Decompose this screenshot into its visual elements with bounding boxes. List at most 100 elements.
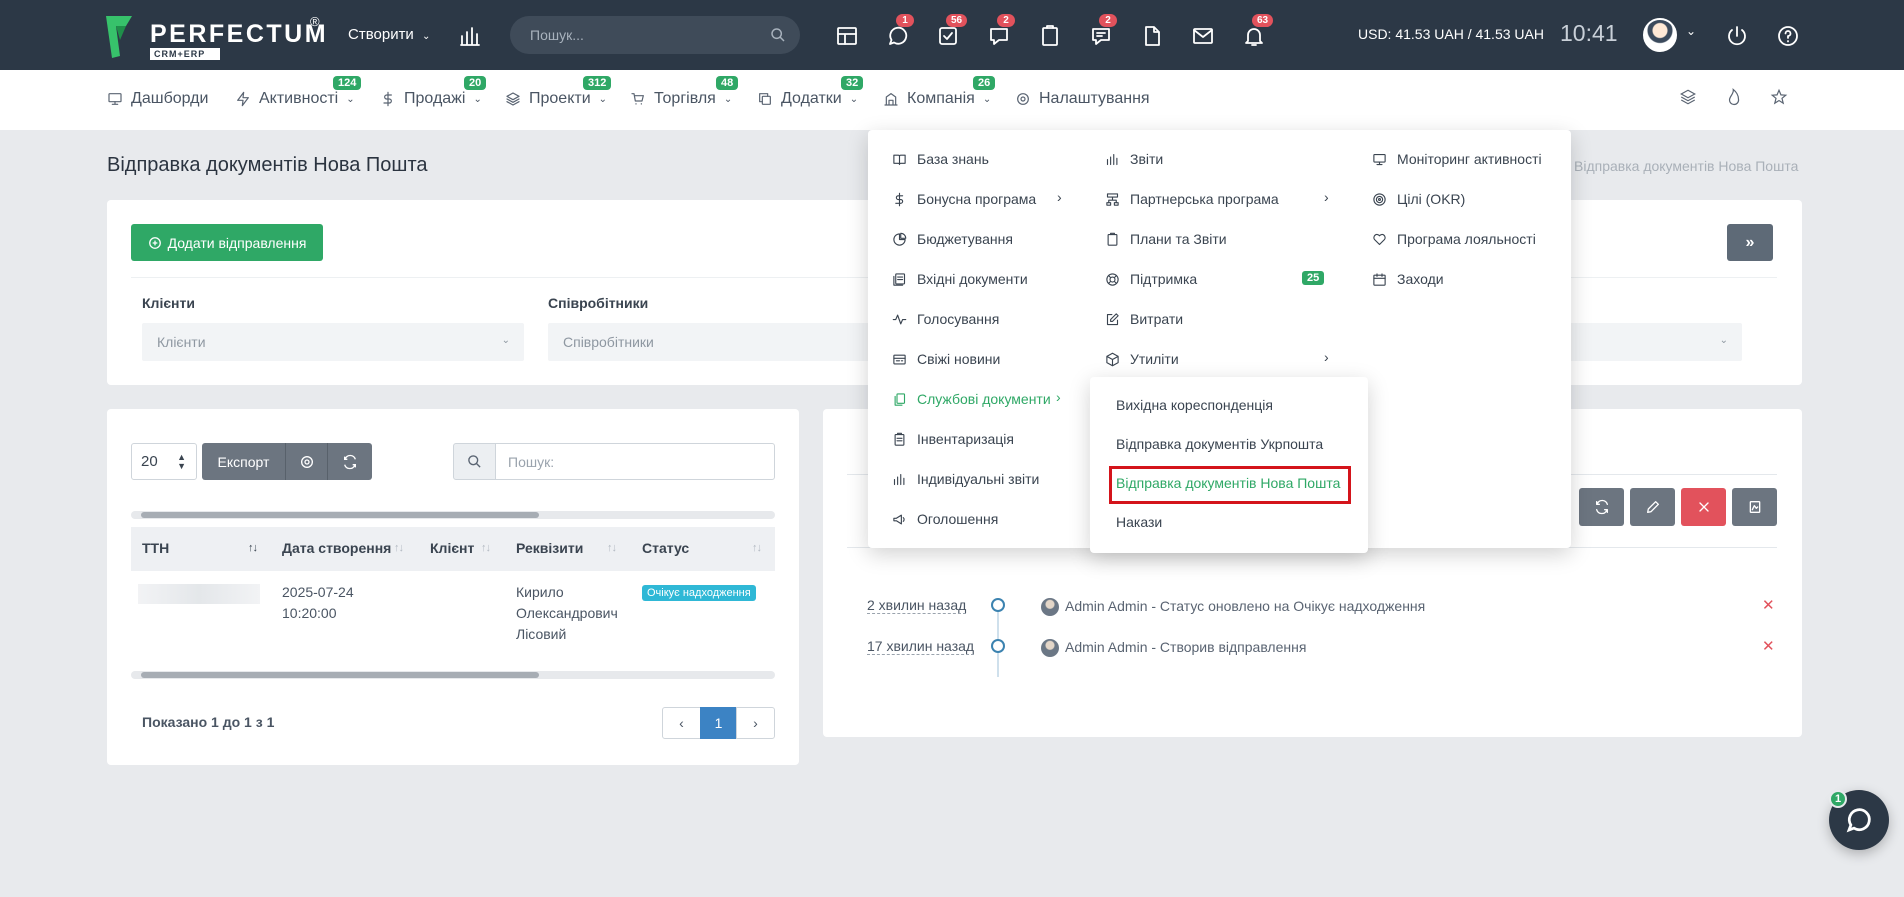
pdf-button[interactable] (1732, 488, 1777, 526)
page-1-button[interactable]: 1 (700, 707, 737, 739)
menu-item-incoming-documents[interactable]: Вхідні документи (892, 271, 1028, 287)
menu-item-inventory[interactable]: Інвентаризація (892, 431, 1014, 447)
submenu-item-orders[interactable]: Накази (1116, 514, 1162, 530)
export-button[interactable]: Експорт (202, 443, 286, 480)
nav-item-addons[interactable]: Додатки ⌄ 32 (757, 76, 864, 108)
comments-button[interactable]: 2 (1087, 14, 1117, 50)
search-input[interactable] (530, 16, 760, 54)
next-page-button[interactable]: › (736, 707, 775, 739)
nav-item-dashboards[interactable]: Дашборди (107, 90, 208, 108)
timeline-time[interactable]: 17 хвилин назад (867, 638, 975, 655)
menu-item-okr[interactable]: Цілі (OKR) (1372, 191, 1465, 207)
documents-button[interactable] (1138, 22, 1166, 50)
menu-item-individual-reports[interactable]: Індивідуальні звіти (892, 471, 1039, 487)
sort-desc-icon[interactable]: ↑↓ (248, 542, 258, 554)
scrollbar-thumb[interactable] (141, 672, 539, 678)
nav-item-company[interactable]: Компанія ⌄ 26 (883, 76, 996, 108)
stats-button[interactable] (456, 22, 484, 50)
breadcrumb[interactable]: Відправка документів Нова Пошта (1574, 158, 1798, 174)
documents-icon (894, 392, 906, 406)
delete-entry-icon[interactable]: ✕ (1762, 596, 1775, 614)
employees-placeholder: Співробітники (563, 334, 654, 350)
filter-select-extra[interactable]: ⌄ (1567, 323, 1742, 361)
column-header-status[interactable]: Статус (642, 540, 689, 556)
create-button[interactable]: Створити ⌄ (348, 26, 430, 43)
mail-button[interactable] (1189, 22, 1217, 50)
page-size-select[interactable]: 20 ▲ ▼ (131, 443, 197, 480)
sort-icon[interactable]: ↑↓ (607, 542, 617, 554)
nav-item-trade[interactable]: Торгівля ⌄ 48 (630, 76, 739, 108)
menu-item-partner-program[interactable]: Партнерська програма (1105, 191, 1279, 207)
columns-settings-button[interactable] (286, 443, 328, 480)
chevron-down-icon: ⌄ (346, 93, 355, 105)
messages-button[interactable]: 2 (985, 14, 1015, 50)
sort-icon[interactable]: ↑↓ (752, 542, 762, 554)
requisites-cell[interactable]: Кирило Олександрович Лісовий (516, 582, 618, 645)
power-button[interactable] (1723, 22, 1751, 50)
submenu-item-outgoing-correspondence[interactable]: Вихідна кореспонденція (1116, 397, 1273, 413)
toggle-filters-button[interactable]: » (1727, 224, 1773, 261)
sort-icon[interactable]: ↑↓ (394, 542, 404, 554)
prev-page-button[interactable]: ‹ (662, 707, 701, 739)
menu-item-expenses[interactable]: Витрати (1105, 311, 1183, 327)
menu-item-bonus-program[interactable]: Бонусна програма (892, 191, 1036, 207)
menu-item-news[interactable]: Свіжі новини (892, 351, 1000, 367)
submenu-item-ukrposhta[interactable]: Відправка документів Укрпошта (1116, 436, 1323, 452)
column-header-date[interactable]: Дата створення (282, 540, 391, 556)
table-search-button[interactable] (453, 443, 496, 480)
comment-lines-icon (1092, 28, 1110, 45)
menu-item-plans-reports[interactable]: Плани та Звіти (1105, 231, 1227, 247)
menu-item-voting[interactable]: Голосування (892, 311, 999, 327)
box-icon (1106, 352, 1119, 366)
refresh-status-button[interactable] (1579, 488, 1624, 526)
favorites-button[interactable] (1770, 88, 1790, 108)
menu-item-utilities[interactable]: Утиліти (1105, 351, 1179, 367)
nav-item-sales[interactable]: Продажі ⌄ 20 (380, 76, 487, 108)
menu-item-loyalty-program[interactable]: Програма лояльності (1372, 231, 1536, 247)
employees-select[interactable]: Співробітники (548, 323, 878, 361)
column-header-ttn[interactable]: ТТН (142, 540, 169, 556)
edit-button[interactable] (1630, 488, 1675, 526)
column-header-requisites[interactable]: Реквізити (516, 540, 583, 556)
menu-item-label: Витрати (1130, 311, 1184, 327)
menu-item-announcements[interactable]: Оголошення (892, 511, 998, 527)
column-header-client[interactable]: Клієнт (430, 540, 474, 556)
menu-item-label: Цілі (OKR) (1397, 191, 1466, 207)
refresh-button[interactable] (328, 443, 372, 480)
table-search-input[interactable] (495, 443, 775, 480)
scrollbar-thumb[interactable] (141, 512, 539, 518)
delete-button[interactable] (1681, 488, 1726, 526)
menu-item-official-documents[interactable]: Службові документи (892, 391, 1051, 407)
layers-button[interactable] (1679, 88, 1699, 108)
hot-button[interactable] (1725, 88, 1745, 108)
menu-item-reports[interactable]: Звіти (1105, 151, 1163, 167)
global-search[interactable] (510, 16, 800, 54)
tasks-button[interactable]: 56 (934, 14, 968, 50)
timeline-time[interactable]: 2 хвилин назад (867, 597, 967, 614)
menu-item-support[interactable]: Підтримка (1105, 271, 1197, 287)
notifications-button[interactable]: 63 (1240, 14, 1274, 50)
clipboard-button[interactable] (1036, 22, 1064, 50)
menu-item-events[interactable]: Заходи (1372, 271, 1444, 287)
add-shipment-button[interactable]: Додати відправлення (131, 224, 323, 261)
menu-item-knowledge-base[interactable]: База знань (892, 151, 989, 167)
clipboard-list-icon (894, 432, 905, 446)
delete-entry-icon[interactable]: ✕ (1762, 637, 1775, 655)
chat-button[interactable]: 1 (884, 14, 914, 50)
chevron-down-icon[interactable]: ⌄ (1686, 24, 1696, 38)
clients-select[interactable]: Клієнти ⌄ (142, 323, 524, 361)
bell-icon (1245, 28, 1263, 46)
create-label: Створити (348, 26, 414, 43)
nav-item-activities[interactable]: Активності ⌄ 124 (235, 76, 362, 108)
help-button[interactable] (1774, 22, 1802, 50)
nav-item-settings[interactable]: Налаштування (1015, 90, 1150, 108)
table-scrollbar-bottom[interactable] (131, 671, 775, 679)
sort-icon[interactable]: ↑↓ (481, 542, 491, 554)
nav-item-projects[interactable]: Проекти ⌄ 312 (505, 76, 612, 108)
avatar[interactable] (1643, 18, 1677, 52)
calendar-button[interactable] (833, 22, 861, 50)
logo[interactable]: PERFECTUM ® CRM+ERP (106, 14, 326, 62)
table-scrollbar-top[interactable] (131, 511, 775, 519)
menu-item-activity-monitoring[interactable]: Моніторинг активності (1372, 151, 1542, 167)
menu-item-budgeting[interactable]: Бюджетування (892, 231, 1013, 247)
